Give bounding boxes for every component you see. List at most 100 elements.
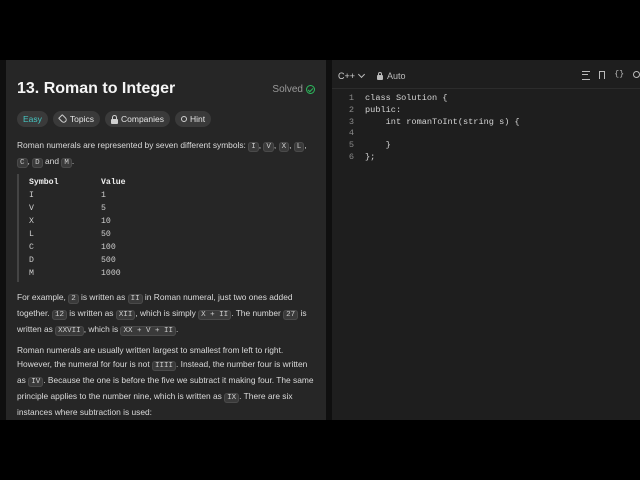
- symbol-cell: L: [29, 230, 34, 239]
- text-run: ,: [273, 140, 279, 150]
- symbol-cell: Symbol: [29, 178, 59, 187]
- lock-icon: [111, 114, 118, 124]
- difficulty-chip[interactable]: Easy: [17, 111, 48, 127]
- line-number: 5: [348, 140, 354, 151]
- symbol-cell: X: [29, 217, 34, 226]
- inline-code: I: [248, 142, 259, 152]
- value-cell: 500: [101, 256, 116, 265]
- code-text: };: [365, 151, 376, 162]
- symbol-cell: C: [29, 243, 34, 252]
- text-run: and: [42, 156, 62, 166]
- line-number: 2: [348, 104, 354, 115]
- value-cell: 10: [101, 217, 111, 226]
- text-run: For example,: [17, 292, 69, 302]
- code-area[interactable]: 1 class Solution { 2 public: 3 int romanToIn…: [332, 93, 520, 164]
- topics-label: Topics: [69, 114, 94, 124]
- check-circle-icon: [306, 85, 315, 94]
- inline-code: M: [61, 158, 72, 168]
- hint-label: Hint: [190, 114, 206, 124]
- code-line: 2 public:: [332, 105, 520, 117]
- editor-tools: {}: [582, 71, 640, 80]
- text-run: . The number: [231, 308, 284, 318]
- text-run: is written as: [66, 308, 116, 318]
- format-icon[interactable]: [582, 71, 591, 80]
- text-run: , which is: [83, 324, 121, 334]
- text-run: ,: [304, 140, 307, 150]
- symbol-value-table: Symbol Value I 1 V 5 X 10 L 50 C 100 D 500 M 1000: [17, 174, 315, 282]
- subtraction-paragraph: Roman numerals are usually written large…: [17, 343, 314, 419]
- solved-label: Solved: [272, 84, 303, 95]
- value-cell: Value: [101, 178, 126, 187]
- inline-code: XX + V + II: [120, 326, 176, 336]
- code-line: 3 int romanToInt(string s) {: [332, 117, 520, 129]
- inline-code: X + II: [198, 310, 232, 320]
- hint-chip[interactable]: Hint: [175, 111, 212, 127]
- code-line: 5 }: [332, 140, 520, 152]
- symbol-cell: I: [29, 191, 34, 200]
- auto-label: Auto: [387, 71, 406, 81]
- bookmark-icon[interactable]: [599, 71, 606, 79]
- code-text: }: [365, 140, 391, 151]
- app-stage: 13. Roman to Integer Solved Easy Topics …: [0, 60, 640, 420]
- text-run: Roman numerals are represented by seven …: [17, 140, 249, 150]
- value-cell: 50: [101, 230, 111, 239]
- inline-code: L: [293, 142, 305, 152]
- inline-code: 2: [68, 294, 79, 304]
- table-body: Symbol Value I 1 V 5 X 10 L 50 C 100 D 500 M 1000: [29, 176, 126, 280]
- subtraction-text: Roman numerals are usually written large…: [17, 343, 314, 419]
- editor-toolbar: C++ Auto {}: [332, 60, 640, 89]
- code-line: 1 class Solution {: [332, 93, 520, 105]
- description-panel: 13. Roman to Integer Solved Easy Topics …: [6, 60, 326, 420]
- inline-code: V: [263, 142, 274, 152]
- intro-text: Roman numerals are represented by seven …: [17, 138, 314, 170]
- value-cell: 1000: [101, 269, 121, 278]
- reset-icon[interactable]: [633, 71, 640, 78]
- table-row: M 1000: [29, 267, 126, 280]
- code-line: 4: [332, 128, 520, 140]
- table-row: V5: [29, 202, 126, 215]
- line-number: 3: [348, 116, 354, 127]
- companies-chip[interactable]: Companies: [105, 111, 170, 127]
- solved-status: Solved: [272, 84, 315, 95]
- value-cell: 100: [101, 243, 116, 252]
- code-text: int romanToInt(string s) {: [365, 116, 520, 127]
- value-cell: 5: [101, 204, 106, 213]
- inline-code: 27: [283, 310, 299, 320]
- text-run: .: [175, 324, 179, 334]
- problem-header: 13. Roman to Integer Solved: [17, 80, 315, 102]
- text-run: is written as: [78, 292, 128, 302]
- topics-chip[interactable]: Topics: [52, 111, 100, 127]
- table-row: D 500: [29, 254, 126, 267]
- inline-code: II: [127, 294, 143, 304]
- line-number: 6: [348, 151, 354, 162]
- inline-code: C: [17, 158, 28, 168]
- inline-code: IX: [224, 393, 240, 403]
- chevron-down-icon: [357, 70, 366, 79]
- inline-code: 12: [51, 310, 67, 320]
- table-row: L 50: [29, 228, 126, 241]
- inline-code: XXVII: [55, 326, 84, 336]
- symbol-cell: D: [29, 256, 34, 265]
- lightbulb-icon: [181, 116, 187, 122]
- inline-code: XII: [115, 310, 136, 320]
- value-cell: 1: [101, 191, 106, 200]
- symbol-cell: V: [29, 204, 34, 213]
- table-row: I1: [29, 189, 126, 202]
- code-line: 6};: [332, 152, 520, 164]
- example-paragraph: For example, 2 is written as II in Roman…: [17, 290, 314, 338]
- problem-title[interactable]: 13. Roman to Integer: [17, 80, 175, 98]
- code-editor-panel: C++ Auto {} 1 class Solution { 2 public: 3 i…: [332, 60, 640, 420]
- line-number: 1: [348, 93, 354, 103]
- auto-mode[interactable]: Auto: [377, 71, 406, 81]
- example-text: For example, 2 is written as II in Roman…: [17, 290, 314, 338]
- braces-icon[interactable]: {}: [614, 71, 624, 80]
- companies-label: Companies: [121, 114, 164, 124]
- inline-code: X: [278, 142, 290, 152]
- tag-icon: [57, 114, 68, 124]
- lock-icon: [377, 71, 383, 80]
- language-select[interactable]: C++: [338, 70, 366, 81]
- code-text: public:: [365, 104, 402, 115]
- language-label: C++: [338, 71, 356, 81]
- code-text: class Solution {: [365, 93, 448, 103]
- line-number: 4: [348, 128, 354, 139]
